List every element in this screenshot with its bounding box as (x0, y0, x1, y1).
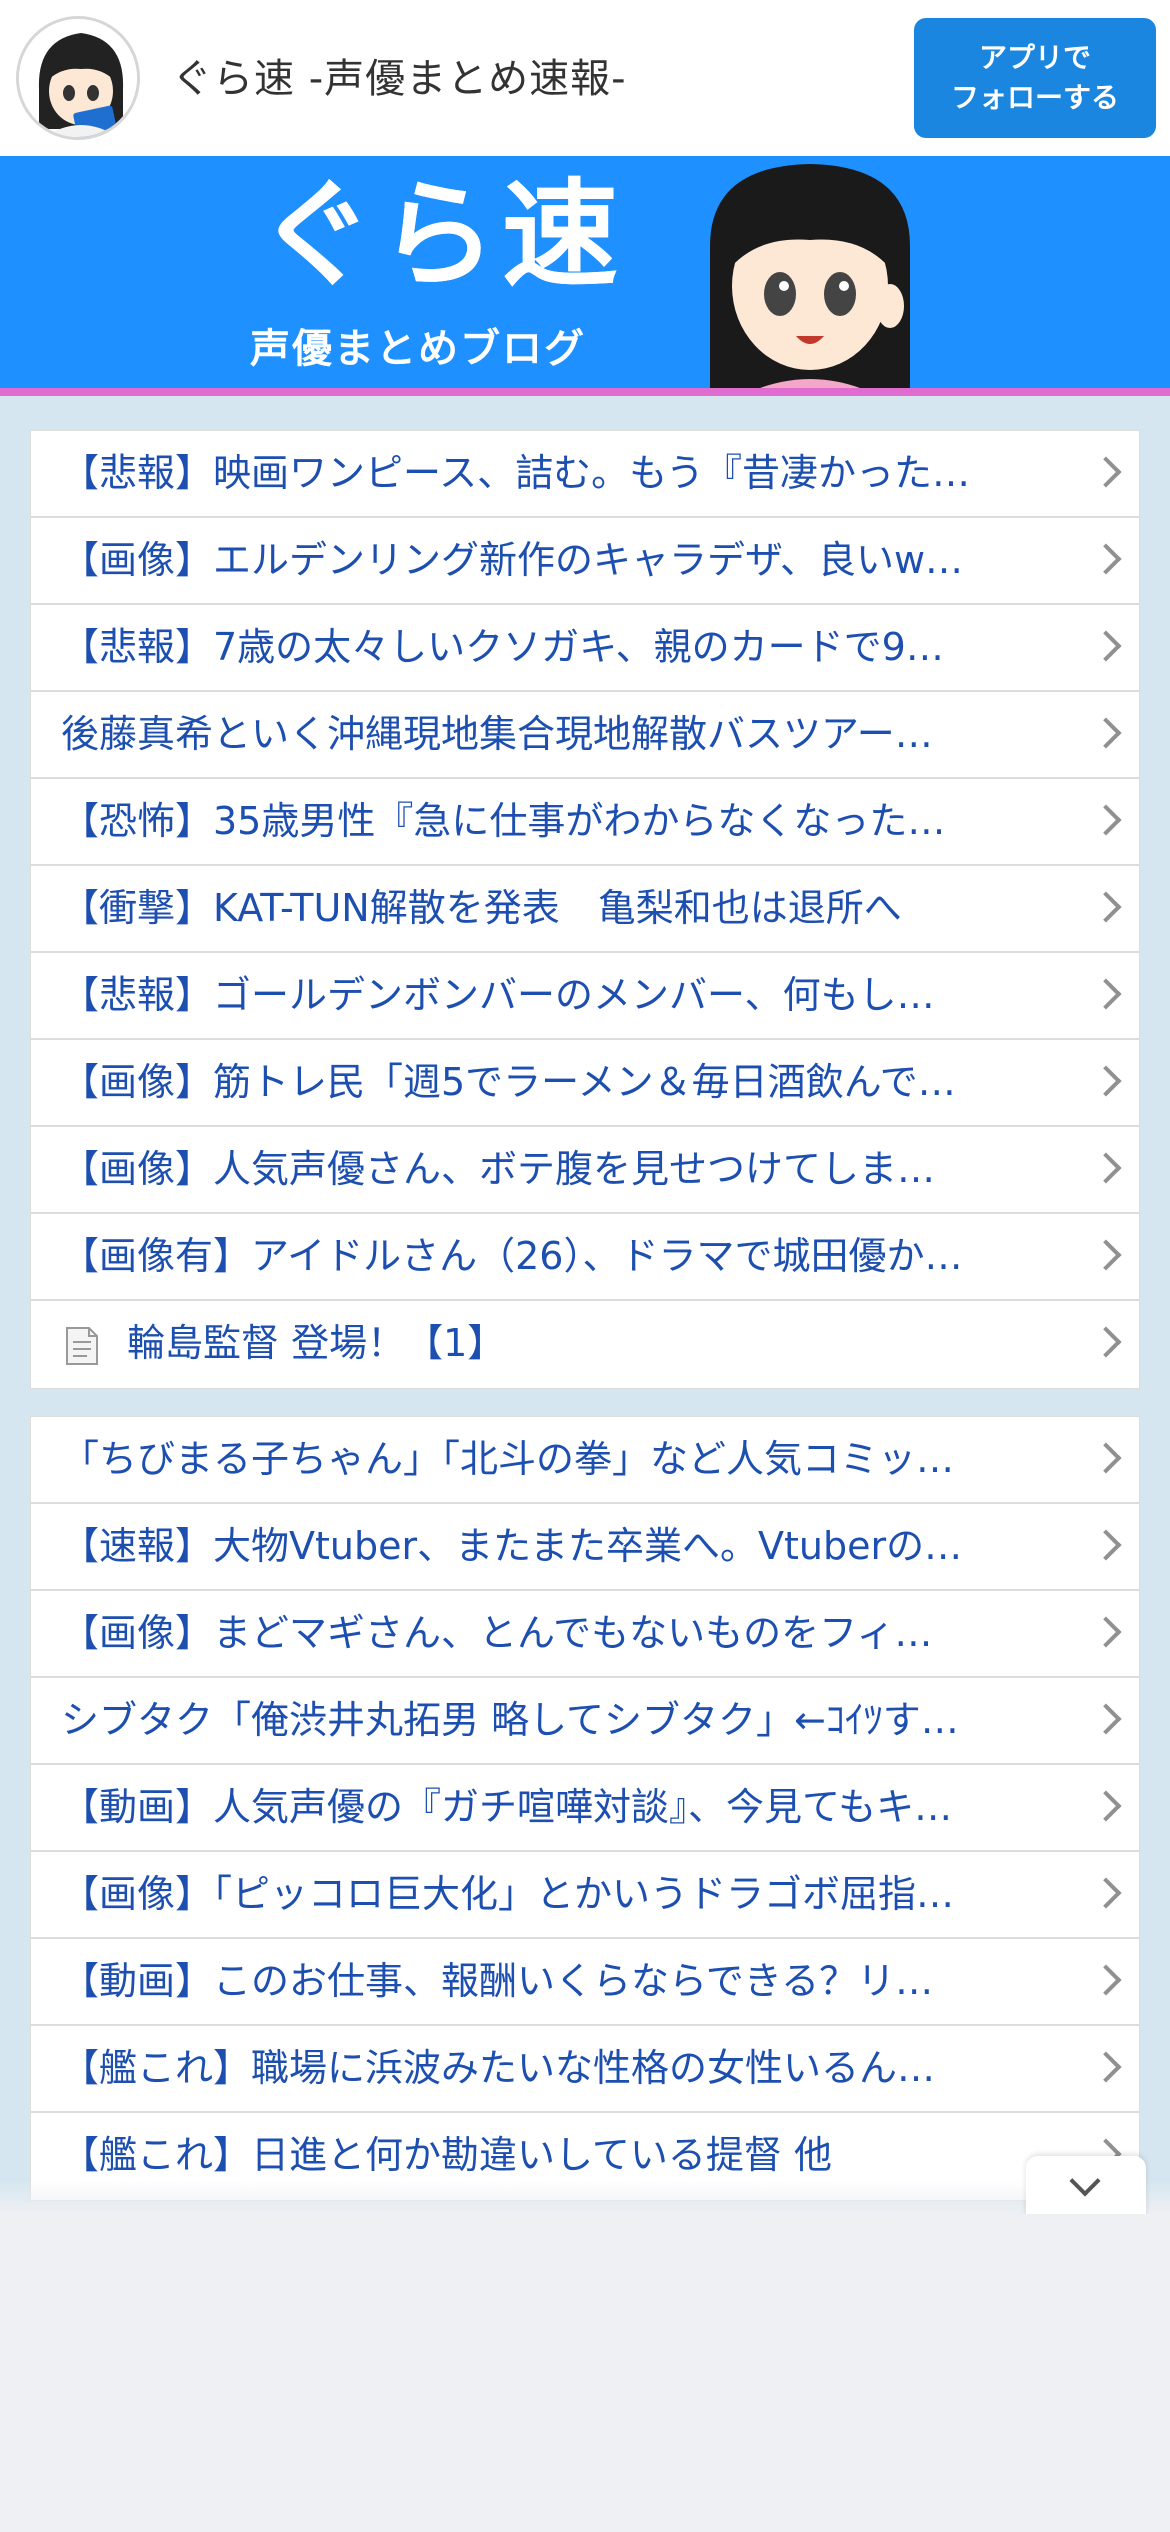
banner-title: ぐら速 (258, 168, 624, 303)
chevron-right-icon (1090, 1877, 1122, 1909)
article-lists-area: 【悲報】映画ワンピース、詰む。もう『昔凄かった… 【画像】エルデンリング新作のキャ… (0, 396, 1170, 2214)
chevron-right-icon (1090, 1442, 1122, 1474)
list-item-title: 「ちびまる子ちゃん」「北斗の拳」など人気コミッ… (61, 1437, 955, 1481)
list-item[interactable]: 【悲報】映画ワンピース、詰む。もう『昔凄かった… (31, 431, 1139, 518)
list-item-title: 【速報】大物Vtuber、またまた卒業へ。Vtuberの… (61, 1524, 963, 1568)
banner-subtitle: 声優まとめブログ (250, 326, 586, 372)
list-item[interactable]: 【衝撃】KAT-TUN解散を発表 亀梨和也は退所へ (31, 866, 1139, 953)
chevron-down-icon (1069, 2165, 1101, 2197)
list-item-title: 【画像】エルデンリング新作のキャラデザ、良いw… (61, 538, 964, 582)
chevron-right-icon (1090, 2051, 1122, 2083)
list-item-title: 【動画】人気声優の『ガチ喧嘩対談』、今見てもキ… (61, 1785, 953, 1829)
list-item-title: 【艦これ】職場に浜波みたいな性格の女性いるん… (61, 2046, 936, 2090)
site-avatar[interactable] (16, 16, 140, 140)
chevron-right-icon (1090, 1326, 1122, 1358)
list-item[interactable]: 【画像】人気声優さん、ボテ腹を見せつけてしま… (31, 1127, 1139, 1214)
list-item-title: 【画像】「ピッコロ巨大化」とかいうドラゴボ屈指… (61, 1872, 955, 1916)
chevron-right-icon (1090, 1065, 1122, 1097)
list-item[interactable]: 【動画】このお仕事、報酬いくらならできる？リ… (31, 1939, 1139, 2026)
site-header: ぐら速 -声優まとめ速報- アプリで フォローする (0, 0, 1170, 156)
list-item-title: 【画像】筋トレ民「週5でラーメン＆毎日酒飲んで… (61, 1060, 956, 1104)
bottom-fade (0, 2180, 1170, 2214)
banner-character-illustration (710, 164, 910, 396)
list-item[interactable]: 【画像】まどマギさん、とんでもないものをフィ… (31, 1591, 1139, 1678)
show-more-tab[interactable] (1026, 2156, 1146, 2218)
list-item[interactable]: 【悲報】ゴールデンボンバーのメンバー、何もし… (31, 953, 1139, 1040)
list-item[interactable]: 【画像】エルデンリング新作のキャラデザ、良いw… (31, 518, 1139, 605)
avatar-illustration (19, 19, 137, 137)
chevron-right-icon (1090, 1152, 1122, 1184)
list-item-title: 後藤真希といく沖縄現地集合現地解散バスツアー… (61, 712, 933, 756)
list-item[interactable]: 【速報】大物Vtuber、またまた卒業へ。Vtuberの… (31, 1504, 1139, 1591)
list-item-title: 【画像】人気声優さん、ボテ腹を見せつけてしま… (61, 1147, 936, 1191)
list-item[interactable]: 「ちびまる子ちゃん」「北斗の拳」など人気コミッ… (31, 1417, 1139, 1504)
chevron-right-icon (1090, 1703, 1122, 1735)
list-item-title: 輪島監督 登場！【1】 (127, 1321, 506, 1365)
chevron-right-icon (1090, 1790, 1122, 1822)
list-item[interactable]: シブタク「俺渋井丸拓男 略してシブタク」←ｺｲﾂす… (31, 1678, 1139, 1765)
chevron-right-icon (1090, 630, 1122, 662)
banner-accent-line (0, 388, 1170, 396)
list-item[interactable]: 【画像】「ピッコロ巨大化」とかいうドラゴボ屈指… (31, 1852, 1139, 1939)
list-item-title: 【衝撃】KAT-TUN解散を発表 亀梨和也は退所へ (61, 886, 902, 930)
list-item[interactable]: 【画像】筋トレ民「週5でラーメン＆毎日酒飲んで… (31, 1040, 1139, 1127)
site-name[interactable]: ぐら速 -声優まとめ速報- (172, 46, 627, 104)
list-item-title: 【画像有】アイドルさん（26）、ドラマで城田優か… (61, 1234, 963, 1278)
site-banner[interactable]: ぐら速 声優まとめブログ (0, 156, 1170, 396)
list-item[interactable]: 【艦これ】職場に浜波みたいな性格の女性いるん… (31, 2026, 1139, 2113)
list-item[interactable]: 後藤真希といく沖縄現地集合現地解散バスツアー… (31, 692, 1139, 779)
list-item[interactable]: 【恐怖】35歳男性『急に仕事がわからなくなった… (31, 779, 1139, 866)
follow-button-line1: アプリで (978, 41, 1091, 74)
list-item-title: 【悲報】ゴールデンボンバーのメンバー、何もし… (61, 973, 935, 1017)
list-item-title: 【恐怖】35歳男性『急に仕事がわからなくなった… (61, 799, 946, 843)
bottom-empty-area (0, 2214, 1170, 2532)
article-list-secondary: 「ちびまる子ちゃん」「北斗の拳」など人気コミッ… 【速報】大物Vtuber、またま… (30, 1416, 1140, 2201)
chevron-right-icon (1090, 1529, 1122, 1561)
chevron-right-icon (1090, 891, 1122, 923)
list-item[interactable]: 【画像有】アイドルさん（26）、ドラマで城田優か… (31, 1214, 1139, 1301)
list-item-title: シブタク「俺渋井丸拓男 略してシブタク」←ｺｲﾂす… (61, 1698, 959, 1742)
article-list-primary: 【悲報】映画ワンピース、詰む。もう『昔凄かった… 【画像】エルデンリング新作のキャ… (30, 430, 1140, 1389)
list-item-title: 【動画】このお仕事、報酬いくらならできる？リ… (61, 1959, 934, 2003)
follow-in-app-button[interactable]: アプリで フォローする (914, 18, 1156, 138)
chevron-right-icon (1090, 717, 1122, 749)
chevron-right-icon (1090, 978, 1122, 1010)
list-item[interactable]: 【動画】人気声優の『ガチ喧嘩対談』、今見てもキ… (31, 1765, 1139, 1852)
chevron-right-icon (1090, 804, 1122, 836)
chevron-right-icon (1090, 1239, 1122, 1271)
document-icon (66, 1327, 98, 1365)
chevron-right-icon (1090, 1616, 1122, 1648)
list-item[interactable]: 輪島監督 登場！【1】 (31, 1301, 1139, 1388)
chevron-right-icon (1090, 1964, 1122, 1996)
chevron-right-icon (1090, 456, 1122, 488)
list-item-title: 【悲報】7歳の太々しいクソガキ、親のカードで9… (61, 625, 944, 669)
list-item[interactable]: 【悲報】7歳の太々しいクソガキ、親のカードで9… (31, 605, 1139, 692)
follow-button-line2: フォローする (950, 81, 1119, 114)
list-item-title: 【画像】まどマギさん、とんでもないものをフィ… (61, 1611, 933, 1655)
list-item-title: 【悲報】映画ワンピース、詰む。もう『昔凄かった… (61, 451, 970, 495)
chevron-right-icon (1090, 543, 1122, 575)
